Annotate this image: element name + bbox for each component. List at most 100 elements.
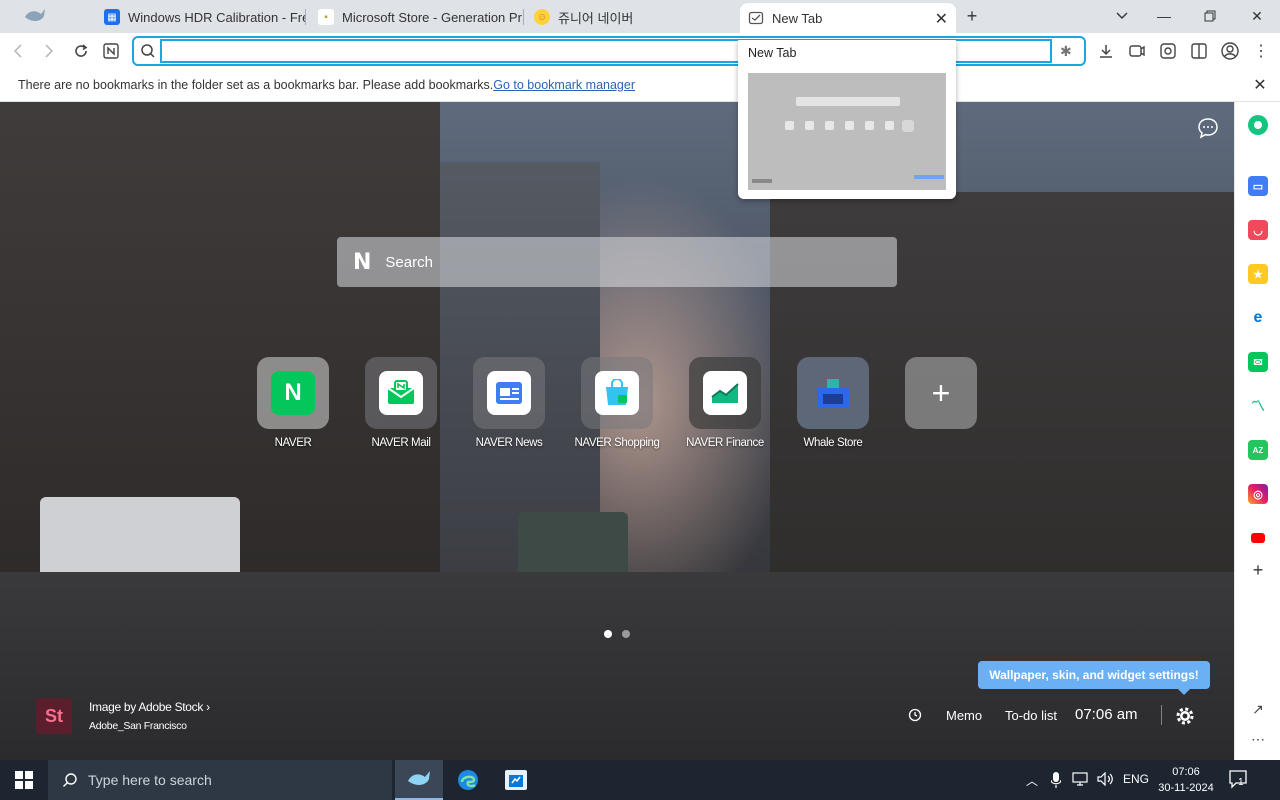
new-tab-page: N Search N NAVER NAVER Mail NAVER News N… <box>0 102 1234 760</box>
bookmark-manager-link[interactable]: Go to bookmark manager <box>493 78 635 92</box>
memo-widget-button[interactable]: Memo <box>946 708 982 723</box>
sidebar-youtube-icon[interactable] <box>1248 528 1268 548</box>
naver-search-box[interactable]: N Search <box>337 237 897 287</box>
taskbar-search-box[interactable]: Type here to search <box>48 760 392 800</box>
sidebar-papago-icon[interactable]: AZ <box>1248 440 1268 460</box>
forward-icon[interactable] <box>37 39 61 63</box>
shortcut-frame <box>689 357 761 429</box>
tab-label: New Tab <box>772 10 823 26</box>
sidebar-wallet-icon[interactable]: ▭ <box>1248 176 1268 196</box>
bing-icon: ▪ <box>318 9 334 25</box>
shortcut-frame <box>797 357 869 429</box>
back-icon[interactable] <box>6 39 30 63</box>
bookmarks-bar: There are no bookmarks in the folder set… <box>0 69 1280 102</box>
timer-icon[interactable] <box>908 708 922 725</box>
wallpaper-page-dot[interactable] <box>622 630 630 638</box>
sidebar-green-dot-icon[interactable] <box>1248 115 1268 135</box>
settings-tooltip: Wallpaper, skin, and widget settings! <box>978 661 1210 695</box>
tab-junior-naver[interactable]: ☺ 쥬니어 네이버 <box>526 4 736 30</box>
credit-subtitle: Adobe_San Francisco <box>89 720 187 732</box>
naver-shopping-bag-icon <box>595 371 639 415</box>
junior-naver-icon: ☺ <box>534 9 550 25</box>
shortcut-naver-news[interactable]: NAVER News <box>464 357 554 450</box>
whale-store-icon <box>811 371 855 415</box>
tab-hover-card: New Tab <box>738 40 956 199</box>
restore-icon[interactable] <box>1190 3 1230 29</box>
whale-logo-icon[interactable] <box>24 5 46 27</box>
naver-news-icon <box>487 371 531 415</box>
download-icon[interactable] <box>1094 39 1118 63</box>
tab-label: Windows HDR Calibration - Fre <box>128 9 306 25</box>
sidebar-more-icon[interactable]: ⋯ <box>1248 729 1268 749</box>
taskbar-clock[interactable]: 07:06 30-11-2024 <box>1158 764 1214 796</box>
wallpaper-page-dot-active[interactable] <box>604 630 612 638</box>
sidebar-open-external-icon[interactable]: ↗ <box>1248 699 1268 719</box>
screenshot-icon[interactable] <box>1156 39 1180 63</box>
capture-icon[interactable] <box>1125 39 1149 63</box>
shortcut-naver-mail[interactable]: NAVER Mail <box>356 357 446 450</box>
profile-icon[interactable] <box>1218 39 1242 63</box>
tab-microsoft-store[interactable]: ▪ Microsoft Store - Generation Pr <box>310 4 524 30</box>
new-tab-plus-icon[interactable]: + <box>961 5 983 27</box>
close-window-icon[interactable]: ✕ <box>1237 3 1277 29</box>
minimize-icon[interactable]: — <box>1144 3 1184 29</box>
bookmarks-empty-text: There are no bookmarks in the folder set… <box>18 78 494 92</box>
tray-volume-icon[interactable] <box>1097 771 1115 789</box>
naver-icon: N <box>271 371 315 415</box>
tab-close-icon[interactable]: ✕ <box>935 9 948 29</box>
taskbar-store-icon[interactable] <box>492 760 540 800</box>
taskbar-edge-icon[interactable] <box>444 760 492 800</box>
taskbar-whale-icon[interactable] <box>395 760 443 800</box>
shortcut-naver-shopping[interactable]: NAVER Shopping <box>572 357 662 450</box>
taskbar-time: 07:06 <box>1172 766 1200 778</box>
naver-home-icon[interactable] <box>99 39 123 63</box>
reload-icon[interactable] <box>69 39 93 63</box>
new-tab-icon <box>748 10 764 26</box>
shortcut-naver[interactable]: N NAVER <box>248 357 338 450</box>
hover-card-title: New Tab <box>748 46 797 60</box>
credit-title-text: Image by Adobe Stock <box>89 700 204 714</box>
adobe-stock-logo-icon: St <box>36 698 72 734</box>
windows-store-icon: ▦ <box>104 9 120 25</box>
extensions-puzzle-icon[interactable]: ✱ <box>1060 43 1078 61</box>
sidebar-add-icon[interactable]: + <box>1248 560 1268 580</box>
todo-widget-button[interactable]: To-do list <box>1005 708 1057 723</box>
shortcut-frame <box>473 357 545 429</box>
tab-label: Microsoft Store - Generation Pr <box>342 9 522 25</box>
shortcut-naver-finance[interactable]: NAVER Finance <box>680 357 770 450</box>
menu-kebab-icon[interactable]: ⋮ <box>1249 39 1273 63</box>
tray-microphone-icon[interactable] <box>1050 772 1062 791</box>
bookmarks-bar-close-icon[interactable]: ✕ <box>1251 76 1269 94</box>
search-placeholder: Search <box>385 253 433 271</box>
notification-count: 1 <box>1238 777 1244 788</box>
naver-finance-chart-icon <box>703 371 747 415</box>
sidebar-instagram-icon[interactable]: ◎ <box>1248 484 1268 504</box>
chat-bubble-icon[interactable] <box>1197 117 1219 139</box>
taskbar-date: 30-11-2024 <box>1158 782 1214 794</box>
sidebar-naver-mail-icon[interactable]: ✉ <box>1248 352 1268 372</box>
windows-start-icon[interactable] <box>0 760 48 800</box>
shortcut-label: NAVER Finance <box>686 437 764 449</box>
settings-gear-icon[interactable] <box>1175 706 1195 729</box>
bookmarks-bar-message: There are no bookmarks in the folder set… <box>18 78 635 92</box>
notification-center-icon[interactable]: 1 <box>1228 769 1250 792</box>
tray-chevron-up-icon[interactable]: ︿ <box>1026 772 1038 789</box>
sidebar-pocket-icon[interactable]: ◡ <box>1248 220 1268 240</box>
tab-search-chevron-icon[interactable] <box>1102 3 1142 29</box>
clock-widget: 07:06 am <box>1075 706 1138 723</box>
tab-label: 쥬니어 네이버 <box>558 10 634 26</box>
tray-network-icon[interactable] <box>1072 772 1090 789</box>
naver-n-logo-icon: N <box>353 249 372 275</box>
tab-windows-hdr[interactable]: ▦ Windows HDR Calibration - Fre <box>96 4 306 30</box>
taskbar-search-icon <box>63 773 77 787</box>
toolbar: ✱ ⋮ <box>0 33 1280 69</box>
shortcut-frame: + <box>905 357 977 429</box>
sidebar-star-icon[interactable]: ★ <box>1248 264 1268 284</box>
tab-new-tab[interactable]: New Tab ✕ <box>740 3 956 33</box>
sidebar-finance-icon[interactable]: 〽 <box>1248 396 1268 416</box>
split-view-icon[interactable] <box>1187 39 1211 63</box>
shortcut-whale-store[interactable]: Whale Store <box>788 357 878 450</box>
sidebar-edge-icon[interactable]: e <box>1248 308 1268 328</box>
tray-language[interactable]: ENG <box>1123 772 1149 786</box>
shortcut-add-button[interactable]: + <box>896 357 986 429</box>
